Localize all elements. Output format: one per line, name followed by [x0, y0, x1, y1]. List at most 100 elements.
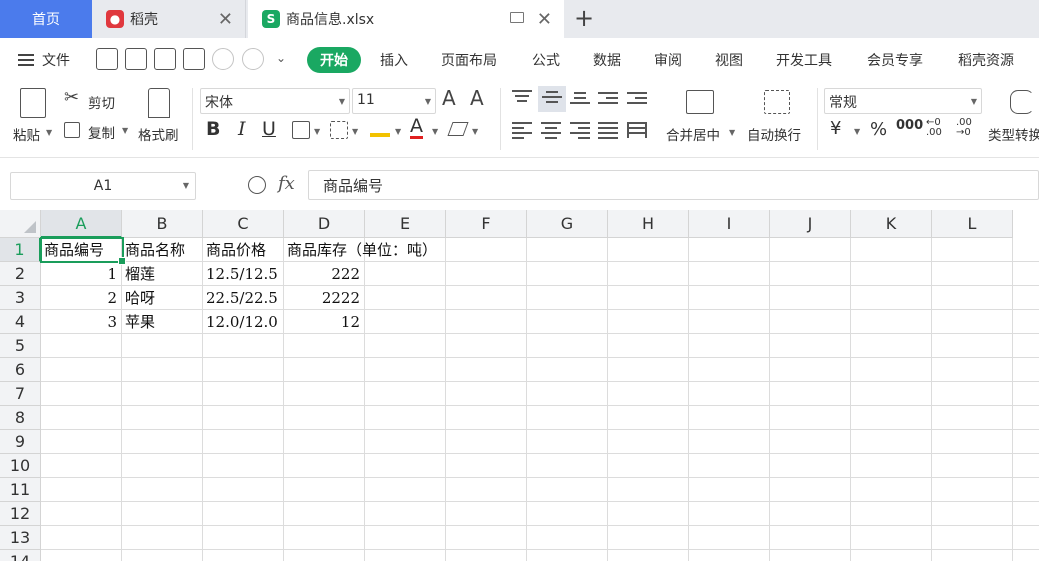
- print-icon[interactable]: [154, 48, 176, 70]
- file-menu[interactable]: 文件: [18, 50, 70, 70]
- cell-a3[interactable]: 2: [41, 286, 121, 310]
- cell-b2[interactable]: 榴莲: [122, 262, 202, 286]
- menu-item-view[interactable]: 视图: [715, 50, 743, 70]
- decrease-indent-icon[interactable]: [598, 92, 618, 108]
- row-header-8[interactable]: 8: [0, 406, 41, 430]
- align-bottom-icon[interactable]: [570, 92, 590, 108]
- undo-icon[interactable]: [212, 48, 234, 70]
- cell-style-icon[interactable]: [330, 121, 348, 139]
- align-middle-icon[interactable]: [538, 86, 566, 112]
- align-right-icon[interactable]: [570, 122, 590, 139]
- menu-item-member[interactable]: 会员专享: [867, 50, 923, 70]
- eraser-icon[interactable]: [447, 122, 469, 136]
- spreadsheet-grid[interactable]: ABCDEFGHIJKL 1234567891011121314 商品编号商品名…: [0, 210, 1039, 561]
- menu-item-developer[interactable]: 开发工具: [776, 50, 832, 70]
- cell-c2[interactable]: 12.5/12.5: [203, 262, 283, 286]
- wrap-text-button[interactable]: 自动换行: [747, 124, 801, 144]
- underline-button[interactable]: U: [262, 118, 276, 140]
- increase-decimal-icon[interactable]: ←0.00: [926, 118, 942, 138]
- menu-item-data[interactable]: 数据: [593, 50, 621, 70]
- cell-d2[interactable]: 222: [284, 262, 364, 286]
- bold-button[interactable]: B: [206, 118, 220, 140]
- column-header-c[interactable]: C: [203, 210, 284, 238]
- chevron-down-icon[interactable]: ▼: [729, 128, 735, 137]
- menu-item-docer-resources[interactable]: 稻壳资源: [958, 50, 1014, 70]
- cell-a2[interactable]: 1: [41, 262, 121, 286]
- justify-icon[interactable]: [598, 122, 618, 139]
- column-header-h[interactable]: H: [608, 210, 689, 238]
- merge-center-button[interactable]: 合并居中: [666, 124, 720, 144]
- cell-c1[interactable]: 商品价格: [203, 238, 283, 262]
- zoom-icon[interactable]: [248, 176, 266, 194]
- chevron-down-icon[interactable]: ▼: [432, 127, 438, 136]
- name-box[interactable]: A1 ▼: [10, 172, 196, 200]
- row-header-9[interactable]: 9: [0, 430, 41, 454]
- close-icon[interactable]: ✕: [218, 9, 233, 30]
- font-color-icon[interactable]: A: [410, 116, 423, 139]
- format-painter-button[interactable]: 格式刷: [138, 124, 179, 144]
- chevron-down-icon[interactable]: ▼: [352, 127, 358, 136]
- cell-d3[interactable]: 2222: [284, 286, 364, 310]
- cell-a4[interactable]: 3: [41, 310, 121, 334]
- row-header-4[interactable]: 4: [0, 310, 41, 334]
- font-name-select[interactable]: 宋体 ▼: [200, 88, 350, 114]
- align-left-icon[interactable]: [512, 122, 532, 139]
- tab-docer[interactable]: ● 稻壳 ✕: [92, 0, 246, 38]
- chevron-down-icon[interactable]: ▼: [314, 127, 320, 136]
- percent-icon[interactable]: %: [870, 119, 887, 140]
- merge-cells-icon[interactable]: [686, 90, 714, 114]
- cell-c3[interactable]: 22.5/22.5: [203, 286, 283, 310]
- column-header-d[interactable]: D: [284, 210, 365, 238]
- row-header-14[interactable]: 14: [0, 550, 41, 561]
- type-convert-icon[interactable]: [1010, 90, 1034, 114]
- italic-button[interactable]: I: [238, 118, 246, 140]
- increase-font-icon[interactable]: A: [442, 86, 456, 110]
- insert-function-button[interactable]: fx: [278, 173, 295, 194]
- close-icon[interactable]: ✕: [537, 9, 552, 30]
- menu-item-review[interactable]: 审阅: [654, 50, 682, 70]
- wrap-text-icon[interactable]: [764, 90, 790, 114]
- new-tab-icon[interactable]: +: [574, 4, 594, 32]
- column-header-i[interactable]: I: [689, 210, 770, 238]
- cell-b3[interactable]: 哈呀: [122, 286, 202, 310]
- cell-d1[interactable]: 商品库存（单位：吨）: [284, 238, 437, 262]
- column-header-a[interactable]: A: [41, 210, 122, 238]
- cell-c4[interactable]: 12.0/12.0: [203, 310, 283, 334]
- row-header-7[interactable]: 7: [0, 382, 41, 406]
- column-header-l[interactable]: L: [932, 210, 1013, 238]
- select-all-button[interactable]: [0, 210, 41, 238]
- fill-color-icon[interactable]: [370, 119, 390, 137]
- row-header-10[interactable]: 10: [0, 454, 41, 478]
- formula-input[interactable]: 商品编号: [308, 170, 1039, 200]
- row-header-12[interactable]: 12: [0, 502, 41, 526]
- chevron-down-icon[interactable]: ▼: [395, 127, 401, 136]
- cell-d4[interactable]: 12: [284, 310, 364, 334]
- column-header-b[interactable]: B: [122, 210, 203, 238]
- row-header-6[interactable]: 6: [0, 358, 41, 382]
- chevron-down-icon[interactable]: ▼: [472, 127, 478, 136]
- chevron-down-icon[interactable]: ⌄: [276, 51, 286, 65]
- chevron-down-icon[interactable]: ▼: [854, 127, 860, 136]
- cell-b4[interactable]: 苹果: [122, 310, 202, 334]
- print-preview-icon[interactable]: [183, 48, 205, 70]
- column-header-e[interactable]: E: [365, 210, 446, 238]
- cut-button[interactable]: 剪切: [88, 92, 115, 112]
- menu-item-page-layout[interactable]: 页面布局: [441, 50, 497, 70]
- format-painter-icon[interactable]: [148, 88, 170, 118]
- align-top-icon[interactable]: [512, 90, 532, 106]
- column-header-f[interactable]: F: [446, 210, 527, 238]
- row-header-11[interactable]: 11: [0, 478, 41, 502]
- paste-icon[interactable]: [20, 88, 46, 118]
- chevron-down-icon[interactable]: ▼: [46, 128, 52, 137]
- row-header-3[interactable]: 3: [0, 286, 41, 310]
- row-header-5[interactable]: 5: [0, 334, 41, 358]
- align-center-icon[interactable]: [541, 122, 561, 139]
- number-format-select[interactable]: 常规 ▼: [824, 88, 982, 114]
- row-header-1[interactable]: 1: [0, 238, 41, 262]
- copy-button[interactable]: 复制: [88, 122, 115, 142]
- redo-icon[interactable]: [242, 48, 264, 70]
- menu-item-home[interactable]: 开始: [307, 47, 361, 73]
- save-icon[interactable]: [96, 48, 118, 70]
- column-header-j[interactable]: J: [770, 210, 851, 238]
- font-size-select[interactable]: 11 ▼: [352, 88, 436, 114]
